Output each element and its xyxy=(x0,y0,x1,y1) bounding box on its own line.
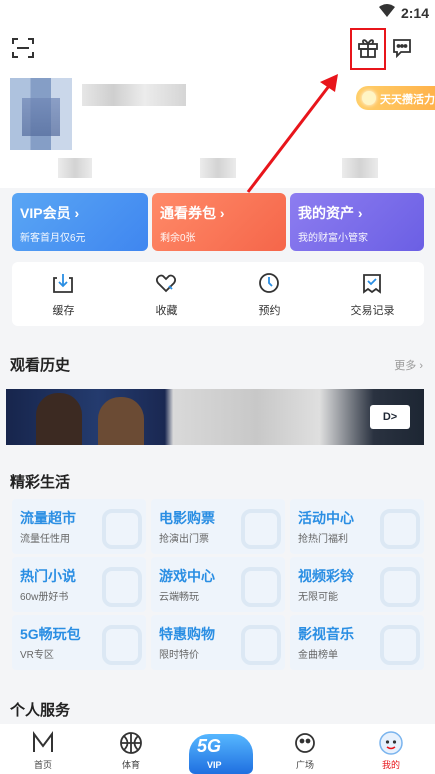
clock-icon xyxy=(259,273,279,293)
service-bg-icon xyxy=(241,567,281,607)
service-sub: 流量任性用 xyxy=(20,534,70,545)
username-blurred xyxy=(82,84,186,106)
service-bg-icon xyxy=(241,625,281,665)
download-icon xyxy=(53,274,73,293)
more-label: 更多 xyxy=(394,360,417,372)
history-title: 观看历史 xyxy=(10,357,71,374)
service-title: 视频彩铃 xyxy=(298,568,354,584)
planet-icon xyxy=(295,733,315,753)
vip-label: VIP xyxy=(207,760,222,770)
nav-sports[interactable]: 体育 xyxy=(96,724,166,774)
nav-label: 体育 xyxy=(121,760,140,770)
service-video-ringtone[interactable]: 视频彩铃 无限可能 xyxy=(290,557,424,612)
service-bg-icon xyxy=(102,625,142,665)
stat-blurred xyxy=(58,158,92,178)
service-title: 游戏中心 xyxy=(159,568,215,584)
card-subtitle: 剩余0张 xyxy=(160,233,196,244)
service-title: 流量超市 xyxy=(20,510,76,526)
service-sub: 抢演出门票 xyxy=(159,534,209,545)
service-bg-icon xyxy=(380,625,420,665)
banner-figure xyxy=(36,393,82,445)
service-traffic-market[interactable]: 流量超市 流量任性用 xyxy=(12,499,146,554)
history-more-link[interactable]: 更多 › xyxy=(394,357,423,373)
quick-label: 交易记录 xyxy=(350,305,395,317)
sun-icon xyxy=(362,91,376,105)
nav-label: 首页 xyxy=(33,760,52,770)
basketball-icon xyxy=(120,732,142,754)
banner-tag: D> xyxy=(370,405,410,429)
service-shopping[interactable]: 特惠购物 限时特价 xyxy=(151,615,285,670)
quick-item-favorites[interactable]: 收藏 xyxy=(115,262,218,326)
service-title: 5G畅玩包 xyxy=(20,626,81,642)
my-assets-card[interactable]: 我的资产 › 我的财富小管家 xyxy=(290,193,424,251)
service-film-music[interactable]: 影视音乐 金曲榜单 xyxy=(290,615,424,670)
gift-icon[interactable] xyxy=(357,36,379,58)
quick-item-reservations[interactable]: 预约 xyxy=(218,262,321,326)
heart-icon xyxy=(156,274,176,293)
coupon-pack-card[interactable]: 通看券包 › 剩余0张 xyxy=(152,193,286,251)
history-banner[interactable]: D> xyxy=(6,389,424,445)
card-title: 通看券包 xyxy=(160,205,216,221)
service-5g-pack[interactable]: 5G畅玩包 VR专区 xyxy=(12,615,146,670)
nav-plaza[interactable]: 广场 xyxy=(270,724,340,774)
card-title: VIP会员 xyxy=(20,205,71,221)
signin-label: 天天攒活力 xyxy=(380,94,435,106)
nav-label: 我的 xyxy=(381,760,400,770)
service-bg-icon xyxy=(102,509,142,549)
service-sub: 云端畅玩 xyxy=(159,592,199,603)
service-sub: 抢热门福利 xyxy=(298,534,348,545)
service-bg-icon xyxy=(241,509,281,549)
status-bar: 2:14 xyxy=(0,0,435,28)
nav-5g-vip-button[interactable]: 5G VIP xyxy=(185,730,257,774)
service-title: 影视音乐 xyxy=(298,626,354,642)
quick-item-transactions[interactable]: 交易记录 xyxy=(321,262,424,326)
card-subtitle: 新客首月仅6元 xyxy=(20,233,86,244)
home-logo-icon xyxy=(33,731,53,752)
service-title: 热门小说 xyxy=(20,568,76,584)
service-sub: 60w册好书 xyxy=(20,592,69,603)
card-title: 我的资产 xyxy=(298,205,354,221)
personal-title: 个人服务 xyxy=(10,702,71,719)
stat-blurred xyxy=(200,158,236,178)
service-bg-icon xyxy=(102,567,142,607)
avatar[interactable] xyxy=(10,78,72,150)
life-title: 精彩生活 xyxy=(10,474,71,491)
quick-label: 收藏 xyxy=(155,305,178,317)
vip-5g-text: 5G xyxy=(197,736,222,756)
banner-figure xyxy=(98,397,144,445)
service-sub: 限时特价 xyxy=(159,650,199,661)
life-services-grid: 流量超市流量任性用 电影购票抢演出门票 活动中心抢热门福利 热门小说 60w册好书… xyxy=(12,499,424,671)
service-activity-center[interactable]: 活动中心 抢热门福利 xyxy=(290,499,424,554)
status-time: 2:14 xyxy=(400,5,429,21)
service-game-center[interactable]: 游戏中心 云端畅玩 xyxy=(151,557,285,612)
service-title: 活动中心 xyxy=(298,510,354,526)
service-sub: 金曲榜单 xyxy=(298,650,338,661)
service-bg-icon xyxy=(380,509,420,549)
profile-face-icon xyxy=(379,731,403,755)
vip-member-card[interactable]: VIP会员 › 新客首月仅6元 xyxy=(12,193,148,251)
service-title: 电影购票 xyxy=(159,510,215,526)
service-title: 特惠购物 xyxy=(159,626,215,642)
nav-label: 广场 xyxy=(295,760,314,770)
quick-item-cache[interactable]: 缓存 xyxy=(12,262,115,326)
profile-header: 天天攒活力 xyxy=(0,28,435,188)
nav-mine[interactable]: 我的 xyxy=(356,724,426,774)
scan-icon[interactable] xyxy=(12,38,34,58)
service-sub: VR专区 xyxy=(20,650,54,661)
receipt-icon xyxy=(363,274,381,294)
card-subtitle: 我的财富小管家 xyxy=(298,233,368,244)
nav-home[interactable]: 首页 xyxy=(8,724,78,774)
annotation-arrow xyxy=(246,74,338,193)
wifi-icon xyxy=(379,4,395,17)
quick-label: 缓存 xyxy=(52,305,75,317)
service-novels[interactable]: 热门小说 60w册好书 xyxy=(12,557,146,612)
daily-signin-badge[interactable]: 天天攒活力 xyxy=(356,86,435,110)
quick-label: 预约 xyxy=(258,305,281,317)
service-sub: 无限可能 xyxy=(298,592,338,603)
message-icon[interactable] xyxy=(392,38,412,58)
quick-actions: 缓存 收藏 预约 交易记录 xyxy=(12,262,424,326)
service-bg-icon xyxy=(380,567,420,607)
service-movie-tickets[interactable]: 电影购票 抢演出门票 xyxy=(151,499,285,554)
